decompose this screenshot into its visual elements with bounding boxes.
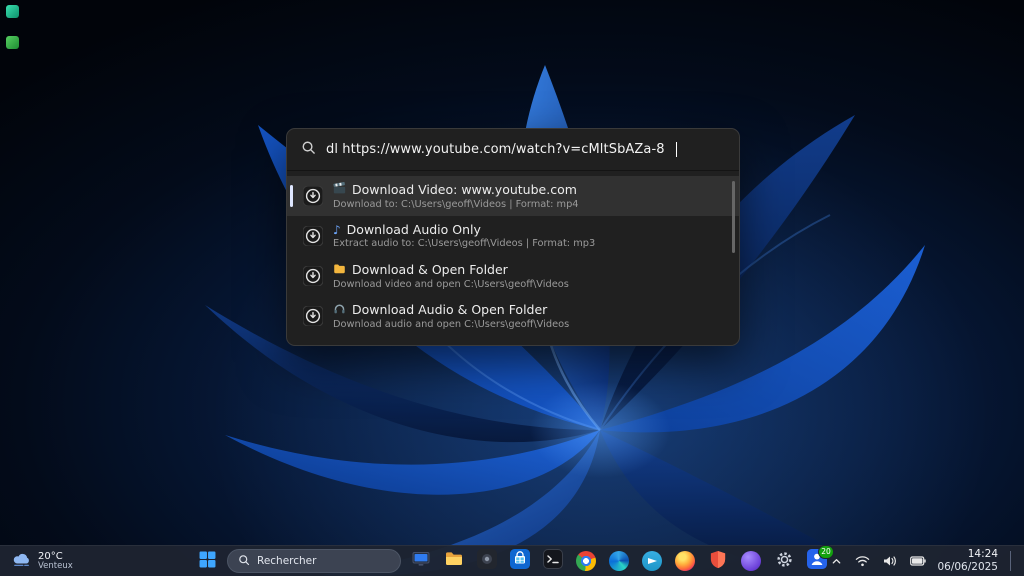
taskbar-app-telegram[interactable] [639, 548, 665, 574]
taskbar: 20°C Venteux Rechercher [0, 545, 1024, 576]
result-subtitle: Download video and open C:\Users\geoff\V… [333, 279, 569, 291]
firefox-icon [675, 551, 695, 571]
volume-icon[interactable] [881, 553, 899, 569]
run-launcher-window: dl https://www.youtube.com/watch?v=cMltS… [286, 128, 740, 346]
taskbar-search-box[interactable]: Rechercher [227, 549, 401, 573]
launcher-search-input[interactable]: dl https://www.youtube.com/watch?v=cMltS… [287, 129, 739, 171]
taskbar-app-firefox[interactable] [672, 548, 698, 574]
result-title: Download & Open Folder [352, 262, 508, 277]
taskbar-app-people[interactable]: 20 [804, 548, 830, 574]
taskbar-app-purple[interactable] [738, 548, 764, 574]
show-desktop-strip[interactable] [1010, 551, 1014, 571]
hidden-icons-chevron[interactable] [829, 554, 844, 569]
desktop-shortcut-icon[interactable] [6, 5, 19, 18]
launcher-results-list: Download Video: www.youtube.com Download… [287, 171, 739, 345]
result-title: Download Video: www.youtube.com [352, 182, 577, 197]
desktop: dl https://www.youtube.com/watch?v=cMltS… [0, 0, 1024, 576]
system-tray: 14:24 06/06/2025 [829, 546, 1020, 576]
headphones-icon [333, 302, 346, 318]
windy-cloud-icon [12, 551, 32, 571]
result-subtitle: Extract audio to: C:\Users\geoff\Videos … [333, 238, 595, 250]
taskbar-search-placeholder: Rechercher [257, 555, 316, 567]
weather-widget[interactable]: 20°C Venteux [6, 546, 79, 576]
taskbar-app-terminal[interactable] [540, 548, 566, 574]
edge-icon [609, 551, 629, 571]
desktop-shortcut-icon[interactable] [6, 36, 19, 49]
result-row-download-open-folder[interactable]: Download & Open Folder Download video an… [287, 256, 739, 296]
store-bag-icon [510, 549, 530, 573]
gear-icon [775, 550, 794, 573]
taskbar-clock[interactable]: 14:24 06/06/2025 [937, 548, 998, 574]
search-icon [301, 140, 316, 159]
text-caret [676, 142, 677, 157]
result-title: Download Audio & Open Folder [352, 302, 547, 317]
weather-condition: Venteux [38, 562, 73, 571]
taskbar-app-store[interactable] [507, 548, 533, 574]
start-button[interactable] [194, 548, 220, 574]
taskbar-app-chrome[interactable] [573, 548, 599, 574]
desktop-shortcuts [6, 5, 19, 49]
selection-indicator [290, 185, 293, 207]
taskbar-app-settings[interactable] [771, 548, 797, 574]
result-row-download-audio[interactable]: ♪ Download Audio Only Extract audio to: … [287, 216, 739, 256]
clock-time: 14:24 [968, 548, 998, 561]
terminal-icon [543, 549, 563, 573]
monitor-icon [411, 549, 431, 573]
result-title: Download Audio Only [347, 222, 481, 237]
result-subtitle: Download audio and open C:\Users\geoff\V… [333, 319, 569, 331]
taskbar-app-edge[interactable] [606, 548, 632, 574]
battery-icon[interactable] [908, 554, 928, 568]
taskbar-app-monitor[interactable] [408, 548, 434, 574]
download-badge-icon [303, 266, 323, 286]
download-badge-icon [303, 186, 323, 206]
taskbar-app-dark[interactable] [474, 548, 500, 574]
purple-app-icon [741, 551, 761, 571]
launcher-query-text: dl https://www.youtube.com/watch?v=cMltS… [326, 142, 665, 157]
shield-icon [709, 550, 727, 573]
windows-logo-icon [199, 551, 216, 572]
music-note-icon: ♪ [333, 224, 341, 236]
download-badge-icon [303, 226, 323, 246]
search-icon [238, 554, 250, 569]
result-row-download-audio-open-folder[interactable]: Download Audio & Open Folder Download au… [287, 296, 739, 336]
result-subtitle: Download to: C:\Users\geoff\Videos | For… [333, 199, 579, 211]
clock-date: 06/06/2025 [937, 561, 998, 574]
clapperboard-icon [333, 182, 346, 198]
wifi-icon[interactable] [853, 553, 872, 569]
folder-icon [444, 549, 464, 573]
result-row-download-video[interactable]: Download Video: www.youtube.com Download… [287, 176, 739, 216]
paper-plane-icon [642, 551, 662, 571]
download-badge-icon [303, 306, 323, 326]
taskbar-app-shield[interactable] [705, 548, 731, 574]
taskbar-app-file-explorer[interactable] [441, 548, 467, 574]
open-folder-icon [333, 262, 346, 278]
dark-app-icon [477, 549, 497, 573]
chrome-icon [576, 551, 596, 571]
taskbar-center-apps: Rechercher [194, 546, 830, 576]
results-scrollbar[interactable] [732, 181, 735, 253]
